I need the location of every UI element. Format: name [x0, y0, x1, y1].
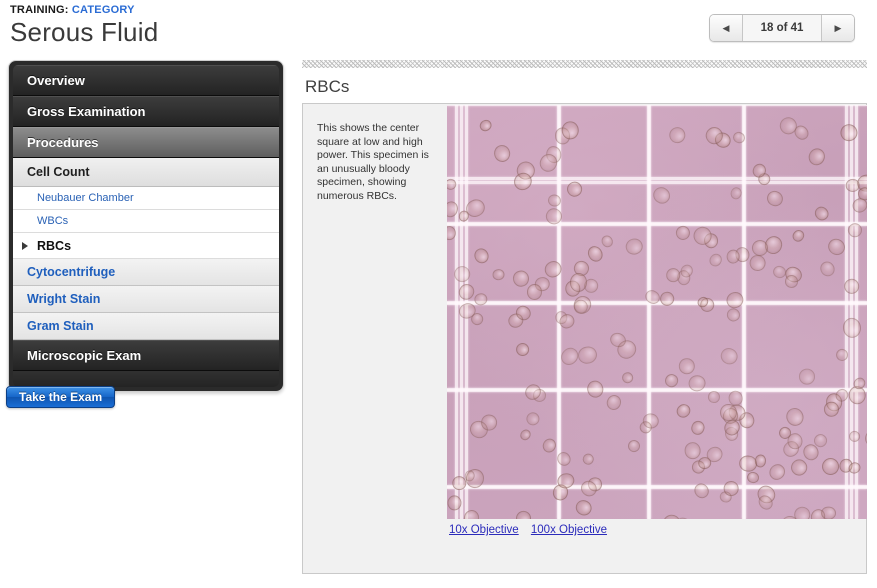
sidebar-item-label: Neubauer Chamber	[37, 192, 134, 204]
sidebar-item-label: Gross Examination	[27, 104, 145, 119]
red-blood-cell	[666, 268, 681, 283]
page-header: TRAINING: CATEGORY Serous Fluid	[10, 4, 158, 47]
breadcrumb: TRAINING: CATEGORY	[10, 4, 158, 16]
grid-line-horizontal	[447, 389, 867, 392]
content-heading: RBCs	[305, 77, 867, 97]
sidebar-item-gross-examination[interactable]: Gross Examination	[13, 96, 279, 127]
grid-line-vertical	[850, 105, 853, 519]
red-blood-cell	[707, 390, 720, 403]
sidebar-item-label: Cell Count	[27, 165, 90, 179]
page-indicator: 18 of 41	[743, 15, 821, 41]
pagination-control: ◀ 18 of 41 ▶	[709, 14, 855, 42]
content-panel: This shows the center square at low and …	[302, 103, 867, 574]
sidebar-item-label: WBCs	[37, 215, 68, 227]
link-100x-objective[interactable]: 100x Objective	[531, 524, 607, 536]
grid-line-vertical	[648, 105, 651, 519]
page-title: Serous Fluid	[10, 18, 158, 47]
red-blood-cell	[754, 454, 766, 467]
section-divider	[302, 60, 867, 68]
red-blood-cell	[799, 369, 815, 385]
sidebar-navigation: Overview Gross Examination Procedures Ce…	[8, 60, 284, 392]
triangle-left-icon: ◀	[723, 24, 730, 33]
grid-line-vertical	[455, 105, 458, 519]
grid-line-horizontal	[447, 105, 867, 106]
microscope-field-image[interactable]	[447, 105, 867, 519]
sidebar-item-microscopic-exam[interactable]: Microscopic Exam	[13, 340, 279, 371]
sidebar-item-wbcs[interactable]: WBCs	[13, 210, 279, 233]
link-10x-objective[interactable]: 10x Objective	[449, 524, 519, 536]
main-content: RBCs This shows the center square at low…	[302, 60, 867, 574]
grid-line-horizontal	[447, 181, 867, 184]
sidebar-item-label: Wright Stain	[27, 292, 100, 306]
sidebar-item-rbcs[interactable]: RBCs	[13, 233, 279, 259]
sidebar-item-label: Microscopic Exam	[27, 348, 141, 363]
red-blood-cell	[527, 284, 542, 300]
sidebar-item-label: Procedures	[27, 135, 99, 150]
grid-line-vertical	[845, 105, 848, 519]
triangle-right-icon	[22, 242, 28, 250]
sidebar-item-cell-count[interactable]: Cell Count	[13, 158, 279, 187]
triangle-right-icon: ▶	[835, 24, 842, 33]
grid-line-vertical	[855, 105, 858, 519]
grid-line-horizontal	[447, 223, 867, 226]
sidebar-item-label: RBCs	[37, 239, 71, 253]
slide-background	[447, 105, 867, 519]
nav-list: Overview Gross Examination Procedures Ce…	[13, 65, 279, 387]
red-blood-cell	[821, 506, 836, 519]
sidebar-item-procedures[interactable]: Procedures	[13, 127, 279, 158]
objective-links: 10x Objective 100x Objective	[449, 524, 616, 536]
sidebar-item-label: Overview	[27, 73, 85, 88]
grid-line-horizontal	[447, 486, 867, 489]
grid-line-horizontal	[447, 177, 867, 180]
sidebar-item-gram-stain[interactable]: Gram Stain	[13, 313, 279, 340]
sidebar-item-label: Gram Stain	[27, 319, 94, 333]
take-exam-button[interactable]: Take the Exam	[6, 386, 115, 408]
next-page-button[interactable]: ▶	[821, 15, 854, 41]
sidebar-item-label: Cytocentrifuge	[27, 265, 115, 279]
sidebar-item-cytocentrifuge[interactable]: Cytocentrifuge	[13, 259, 279, 286]
sidebar-item-neubauer-chamber[interactable]: Neubauer Chamber	[13, 187, 279, 210]
sidebar-item-overview[interactable]: Overview	[13, 65, 279, 96]
breadcrumb-training-label: TRAINING:	[10, 4, 69, 16]
breadcrumb-category-link[interactable]: CATEGORY	[72, 4, 135, 16]
previous-page-button[interactable]: ◀	[710, 15, 743, 41]
red-blood-cell	[785, 274, 799, 288]
sidebar-item-wright-stain[interactable]: Wright Stain	[13, 286, 279, 313]
sidebar-footer-strip	[13, 371, 279, 387]
figure-caption: This shows the center square at low and …	[317, 122, 439, 203]
